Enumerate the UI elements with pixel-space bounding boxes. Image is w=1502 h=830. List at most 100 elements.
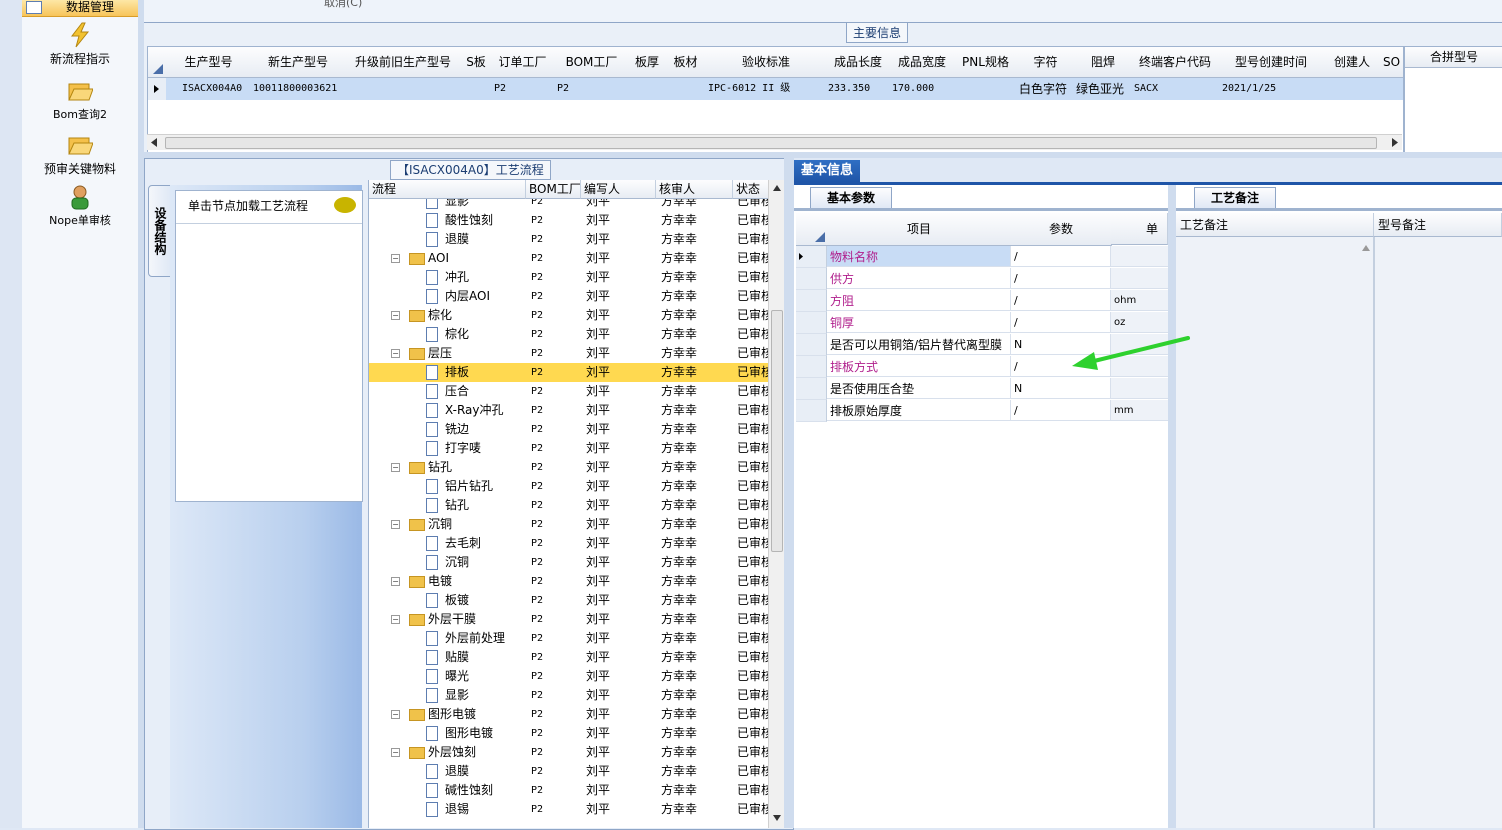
collapse-icon[interactable]: − — [391, 520, 400, 529]
col-header[interactable]: 参数 — [1011, 213, 1112, 246]
col-header[interactable]: 编写人 — [581, 180, 656, 199]
tree-row[interactable]: 铣边 P2 刘平 方幸幸 已审核 — [369, 420, 769, 439]
scroll-thumb[interactable] — [165, 137, 1377, 149]
tree-row[interactable]: 铝片钻孔 P2 刘平 方幸幸 已审核 — [369, 477, 769, 496]
tree-row[interactable]: − 层压 P2 刘平 方幸幸 已审核 — [369, 344, 769, 363]
cell-bom-factory[interactable]: P2 — [557, 78, 569, 100]
tree-row[interactable]: − AOI P2 刘平 方幸幸 已审核 — [369, 249, 769, 268]
col-header[interactable]: 成品宽度 — [890, 47, 955, 78]
col-header[interactable]: 终端客户代码 — [1132, 47, 1219, 78]
row-indicator[interactable] — [796, 334, 827, 356]
param-row[interactable]: 供方 / — [796, 268, 1168, 290]
merge-model-panel[interactable]: 合拼型号 — [1404, 46, 1502, 153]
cell-solder-mask[interactable]: 绿色亚光 — [1076, 78, 1124, 100]
tree-row[interactable]: X-Ray冲孔 P2 刘平 方幸幸 已审核 — [369, 401, 769, 420]
cell-legend[interactable]: 白色字符 — [1019, 78, 1067, 100]
col-header[interactable]: PNL规格 — [954, 47, 1018, 78]
col-header[interactable]: 字符 — [1017, 47, 1075, 78]
tree-row[interactable]: 去毛刺 P2 刘平 方幸幸 已审核 — [369, 534, 769, 553]
params-grid[interactable]: 项目 参数 单位 物料名称/供方/方阻/ohm铜厚/oz是否可以用铜箔/铝片替代… — [796, 213, 1169, 828]
row-indicator[interactable] — [796, 356, 827, 378]
cell-created-time[interactable]: 2021/1/25 — [1222, 78, 1276, 100]
col-header[interactable]: 验收标准 — [706, 47, 827, 78]
col-header[interactable]: 创建人 — [1324, 47, 1381, 78]
tree-row[interactable]: 沉铜 P2 刘平 方幸幸 已审核 — [369, 553, 769, 572]
row-indicator[interactable] — [796, 312, 827, 334]
tree-row[interactable]: 棕化 P2 刘平 方幸幸 已审核 — [369, 325, 769, 344]
tree-row[interactable]: 退膜 P2 刘平 方幸幸 已审核 — [369, 230, 769, 249]
scroll-thumb[interactable] — [771, 310, 783, 552]
tree-row[interactable]: − 棕化 P2 刘平 方幸幸 已审核 — [369, 306, 769, 325]
cell-order-factory[interactable]: P2 — [494, 78, 506, 100]
tree-row[interactable]: 排板 P2 刘平 方幸幸 已审核 — [369, 363, 769, 382]
col-header[interactable]: 升级前旧生产型号 — [345, 47, 462, 78]
tree-row[interactable]: 打字唛 P2 刘平 方幸幸 已审核 — [369, 439, 769, 458]
device-tree-box[interactable]: 单击节点加载工艺流程 — [175, 190, 363, 502]
tree-row[interactable]: 显影 P2 刘平 方幸幸 已审核 — [369, 686, 769, 705]
scroll-up-icon[interactable] — [772, 184, 782, 192]
flow-tree-table[interactable]: 显影P2刘平方幸幸已审核酸性蚀刻P2刘平方幸幸已审核退膜P2刘平方幸幸已审核−A… — [368, 180, 769, 828]
flow-vscrollbar[interactable] — [768, 180, 785, 828]
row-indicator[interactable] — [796, 400, 827, 422]
nav-item-new-flow[interactable]: 新流程指示 — [22, 22, 138, 67]
param-value[interactable]: / — [1011, 400, 1111, 421]
cell-length[interactable]: 233.350 — [828, 78, 870, 100]
collapse-icon[interactable]: − — [391, 349, 400, 358]
param-row[interactable]: 物料名称 / — [796, 246, 1168, 268]
col-header[interactable]: BOM工厂 — [526, 180, 581, 199]
tree-row[interactable]: 碱性蚀刻 P2 刘平 方幸幸 已审核 — [369, 781, 769, 800]
collapse-icon[interactable]: − — [391, 254, 400, 263]
param-row[interactable]: 方阻 / ohm — [796, 290, 1168, 312]
main-grid-hscrollbar[interactable] — [147, 134, 1402, 150]
tree-row[interactable]: 退锡 P2 刘平 方幸幸 已审核 — [369, 800, 769, 819]
cell-new-model[interactable]: 10011800003621 — [253, 78, 337, 100]
tree-row[interactable]: − 外层干膜 P2 刘平 方幸幸 已审核 — [369, 610, 769, 629]
tab-basic-params[interactable]: 基本参数 — [810, 187, 892, 209]
col-header[interactable]: 阻焊 — [1074, 47, 1133, 78]
param-value[interactable]: N — [1011, 378, 1111, 399]
scroll-up-icon[interactable] — [1362, 245, 1370, 251]
col-header[interactable]: 项目 — [827, 213, 1012, 246]
tree-row[interactable]: 图形电镀 P2 刘平 方幸幸 已审核 — [369, 724, 769, 743]
param-value[interactable]: / — [1011, 268, 1111, 289]
nav-item-prereview-material[interactable]: 预审关键物料 — [22, 132, 138, 177]
param-value[interactable]: / — [1011, 290, 1111, 311]
col-header[interactable]: 流程 — [369, 180, 526, 199]
col-header[interactable]: 订单工厂 — [491, 47, 555, 78]
param-value[interactable]: / — [1011, 246, 1111, 267]
collapse-icon[interactable]: − — [391, 615, 400, 624]
collapse-icon[interactable]: − — [391, 577, 400, 586]
tree-row[interactable]: 压合 P2 刘平 方幸幸 已审核 — [369, 382, 769, 401]
tree-row[interactable]: − 电镀 P2 刘平 方幸幸 已审核 — [369, 572, 769, 591]
col-header[interactable]: 新生产型号 — [251, 47, 346, 78]
tree-row[interactable]: − 图形电镀 P2 刘平 方幸幸 已审核 — [369, 705, 769, 724]
scroll-right-icon[interactable] — [1391, 138, 1399, 147]
col-header[interactable]: 核审人 — [656, 180, 733, 199]
toolbar-partial-text[interactable]: 取消(C) — [324, 0, 362, 10]
tree-row[interactable]: 板镀 P2 刘平 方幸幸 已审核 — [369, 591, 769, 610]
col-header[interactable]: S板 — [461, 47, 492, 78]
collapse-icon[interactable]: − — [391, 463, 400, 472]
cell-acceptance[interactable]: IPC-6012 II 级 — [708, 78, 790, 100]
tab-process-notes[interactable]: 工艺备注 — [1194, 187, 1276, 209]
col-header[interactable]: 型号创建时间 — [1218, 47, 1325, 78]
col-header[interactable]: 型号备注 — [1374, 213, 1502, 237]
col-header[interactable]: 板材 — [665, 47, 707, 78]
tree-row[interactable]: 曝光 P2 刘平 方幸幸 已审核 — [369, 667, 769, 686]
notes-grid[interactable]: 工艺备注 型号备注 — [1176, 213, 1502, 828]
param-row[interactable]: 排板原始厚度 / mm — [796, 400, 1168, 422]
vertical-splitter[interactable] — [784, 158, 794, 828]
tree-row[interactable]: − 沉铜 P2 刘平 方幸幸 已审核 — [369, 515, 769, 534]
cell-width[interactable]: 170.000 — [892, 78, 934, 100]
col-header[interactable]: 工艺备注 — [1176, 213, 1374, 237]
tab-device-structure[interactable]: 设备结构 — [148, 185, 172, 277]
cell-customer-code[interactable]: SACX — [1134, 78, 1158, 100]
tree-row[interactable]: − 钻孔 P2 刘平 方幸幸 已审核 — [369, 458, 769, 477]
tree-row[interactable]: 外层前处理 P2 刘平 方幸幸 已审核 — [369, 629, 769, 648]
tree-row[interactable]: 贴膜 P2 刘平 方幸幸 已审核 — [369, 648, 769, 667]
tab-basic-info[interactable]: 基本信息 — [794, 160, 860, 182]
nav-item-bom-query[interactable]: Bom查询2 — [22, 78, 138, 122]
col-header[interactable]: 生产型号 — [166, 47, 252, 78]
cell-model[interactable]: ISACX004A0 — [182, 78, 242, 100]
tree-row[interactable]: 冲孔 P2 刘平 方幸幸 已审核 — [369, 268, 769, 287]
